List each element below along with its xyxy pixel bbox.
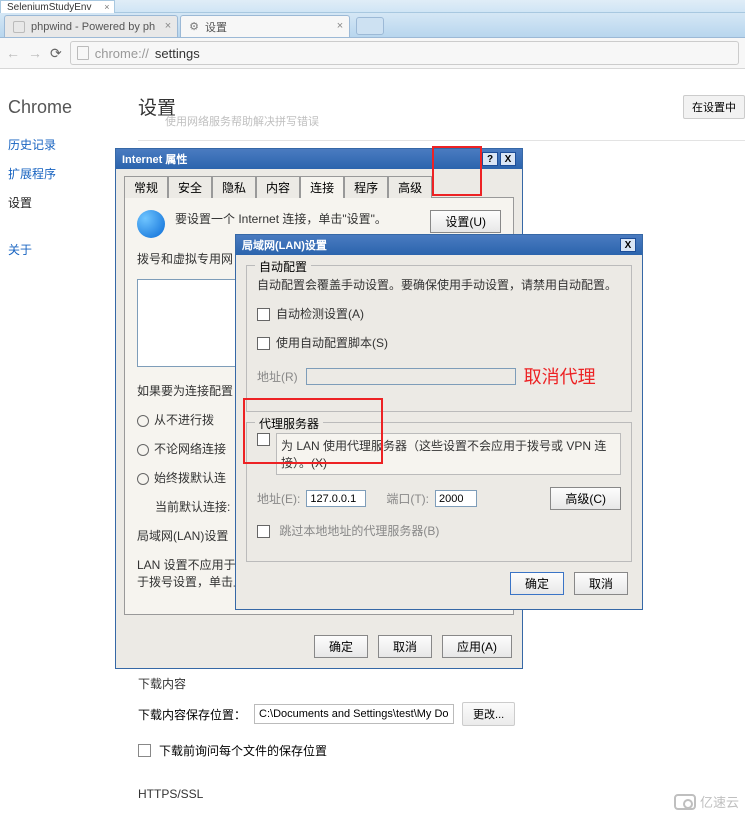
proxy-group: 代理服务器 为 LAN 使用代理服务器（这些设置不会应用于拨号或 VPN 连接）…	[246, 422, 632, 562]
url-scheme: chrome://	[95, 46, 149, 61]
address-bar[interactable]: chrome:// settings	[70, 41, 739, 65]
watermark-text: 亿速云	[700, 792, 739, 811]
tab-general[interactable]: 常规	[124, 176, 168, 198]
dialog-titlebar[interactable]: Internet 属性 ? X	[116, 149, 522, 169]
tab-strip: phpwind - Powered by ph × ⚙ 设置 ×	[0, 13, 745, 38]
tab-content[interactable]: 内容	[256, 176, 300, 198]
sidebar: Chrome 历史记录 扩展程序 设置 关于	[0, 69, 120, 270]
cancel-button[interactable]: 取消	[378, 635, 432, 658]
ask-before-download-checkbox[interactable]	[138, 744, 151, 757]
tab-privacy[interactable]: 隐私	[212, 176, 256, 198]
setup-text: 要设置一个 Internet 连接，单击"设置"。	[175, 210, 430, 227]
tab-label: 设置	[205, 19, 227, 35]
auto-note: 自动配置会覆盖手动设置。要确保使用手动设置，请禁用自动配置。	[257, 276, 621, 293]
proxy-advanced-button[interactable]: 高级(C)	[550, 487, 621, 510]
proxy-address-input[interactable]	[306, 490, 366, 507]
auto-config-group: 自动配置 自动配置会覆盖手动设置。要确保使用手动设置，请禁用自动配置。 自动检测…	[246, 265, 632, 412]
watermark: 亿速云	[674, 792, 739, 811]
download-loc-label: 下载内容保存位置：	[138, 706, 246, 723]
ask-before-download-label: 下载前询问每个文件的保存位置	[159, 742, 327, 759]
sidebar-item-extensions[interactable]: 扩展程序	[8, 165, 110, 182]
tab-phpwind[interactable]: phpwind - Powered by ph ×	[4, 15, 178, 37]
search-settings-button[interactable]: 在设置中	[683, 95, 745, 119]
addr-label: 地址(R)	[257, 368, 298, 385]
close-tab-icon[interactable]: ×	[165, 20, 171, 32]
dialog-title: Internet 属性	[122, 151, 187, 167]
cancel-button[interactable]: 取消	[574, 572, 628, 595]
tab-label: phpwind - Powered by ph	[31, 21, 155, 33]
app-tab[interactable]: SeleniumStudyEnv ×	[0, 0, 115, 13]
help-icon[interactable]: ?	[482, 152, 498, 166]
close-icon[interactable]: X	[500, 152, 516, 166]
https-header: HTTPS/SSL	[138, 787, 698, 801]
downloads-header: 下载内容	[138, 675, 698, 692]
cancel-proxy-annotation: 取消代理	[524, 363, 596, 389]
apply-button[interactable]: 应用(A)	[442, 635, 512, 658]
brand: Chrome	[8, 97, 110, 118]
hint-text: 使用网络服务帮助解决拼写错误	[165, 113, 319, 129]
gear-icon: ⚙	[189, 20, 199, 33]
divider	[138, 140, 745, 141]
sidebar-item-about[interactable]: 关于	[8, 241, 110, 258]
watermark-icon	[674, 794, 696, 810]
lan-settings-dialog: 局域网(LAN)设置 X 自动配置 自动配置会覆盖手动设置。要确保使用手动设置，…	[235, 234, 643, 610]
url-path: settings	[155, 46, 200, 61]
download-loc-value: C:\Documents and Settings\test\My Do	[254, 704, 454, 724]
sidebar-item-history[interactable]: 历史记录	[8, 136, 110, 153]
tab-security[interactable]: 安全	[168, 176, 212, 198]
page-icon	[13, 21, 25, 33]
bypass-local-checkbox[interactable]	[257, 525, 270, 538]
tab-advanced[interactable]: 高级	[388, 176, 432, 198]
auto-script-checkbox[interactable]	[257, 337, 270, 350]
proxy-port-input[interactable]	[435, 490, 477, 507]
globe-icon	[137, 210, 165, 238]
dialog-title: 局域网(LAN)设置	[242, 237, 327, 253]
close-icon[interactable]: ×	[104, 2, 109, 12]
radio-always[interactable]	[137, 473, 149, 485]
auto-detect-checkbox[interactable]	[257, 308, 270, 321]
auto-config-legend: 自动配置	[255, 258, 311, 275]
tab-settings[interactable]: ⚙ 设置 ×	[180, 15, 350, 37]
toolbar: ← → ⟳ chrome:// settings	[0, 38, 745, 69]
proxy-port-label: 端口(T):	[386, 490, 429, 507]
bypass-local-label: 跳过本地地址的代理服务器(B)	[279, 524, 439, 538]
ok-button[interactable]: 确定	[314, 635, 368, 658]
use-proxy-label: 为 LAN 使用代理服务器（这些设置不会应用于拨号或 VPN 连接）。(X)	[276, 433, 621, 475]
reload-button[interactable]: ⟳	[50, 45, 62, 62]
forward-button[interactable]: →	[28, 45, 42, 61]
proxy-legend: 代理服务器	[255, 415, 323, 432]
tab-programs[interactable]: 程序	[344, 176, 388, 198]
use-proxy-checkbox[interactable]	[257, 433, 270, 446]
close-tab-icon[interactable]: ×	[337, 20, 343, 32]
change-download-button[interactable]: 更改...	[462, 702, 515, 726]
close-icon[interactable]: X	[620, 238, 636, 252]
back-button[interactable]: ←	[6, 45, 20, 61]
auto-script-address	[306, 368, 516, 385]
new-tab-button[interactable]	[356, 17, 384, 35]
ok-button[interactable]: 确定	[510, 572, 564, 595]
setup-button[interactable]: 设置(U)	[430, 210, 501, 233]
dialog-tabs: 常规 安全 隐私 内容 连接 程序 高级	[124, 175, 514, 197]
radio-dial[interactable]	[137, 444, 149, 456]
proxy-addr-label: 地址(E):	[257, 490, 300, 507]
dialog-titlebar[interactable]: 局域网(LAN)设置 X	[236, 235, 642, 255]
tab-connections[interactable]: 连接	[300, 176, 344, 198]
page-icon	[77, 46, 89, 60]
radio-never[interactable]	[137, 415, 149, 427]
sidebar-item-settings[interactable]: 设置	[8, 194, 110, 211]
app-title: SeleniumStudyEnv	[7, 2, 92, 13]
